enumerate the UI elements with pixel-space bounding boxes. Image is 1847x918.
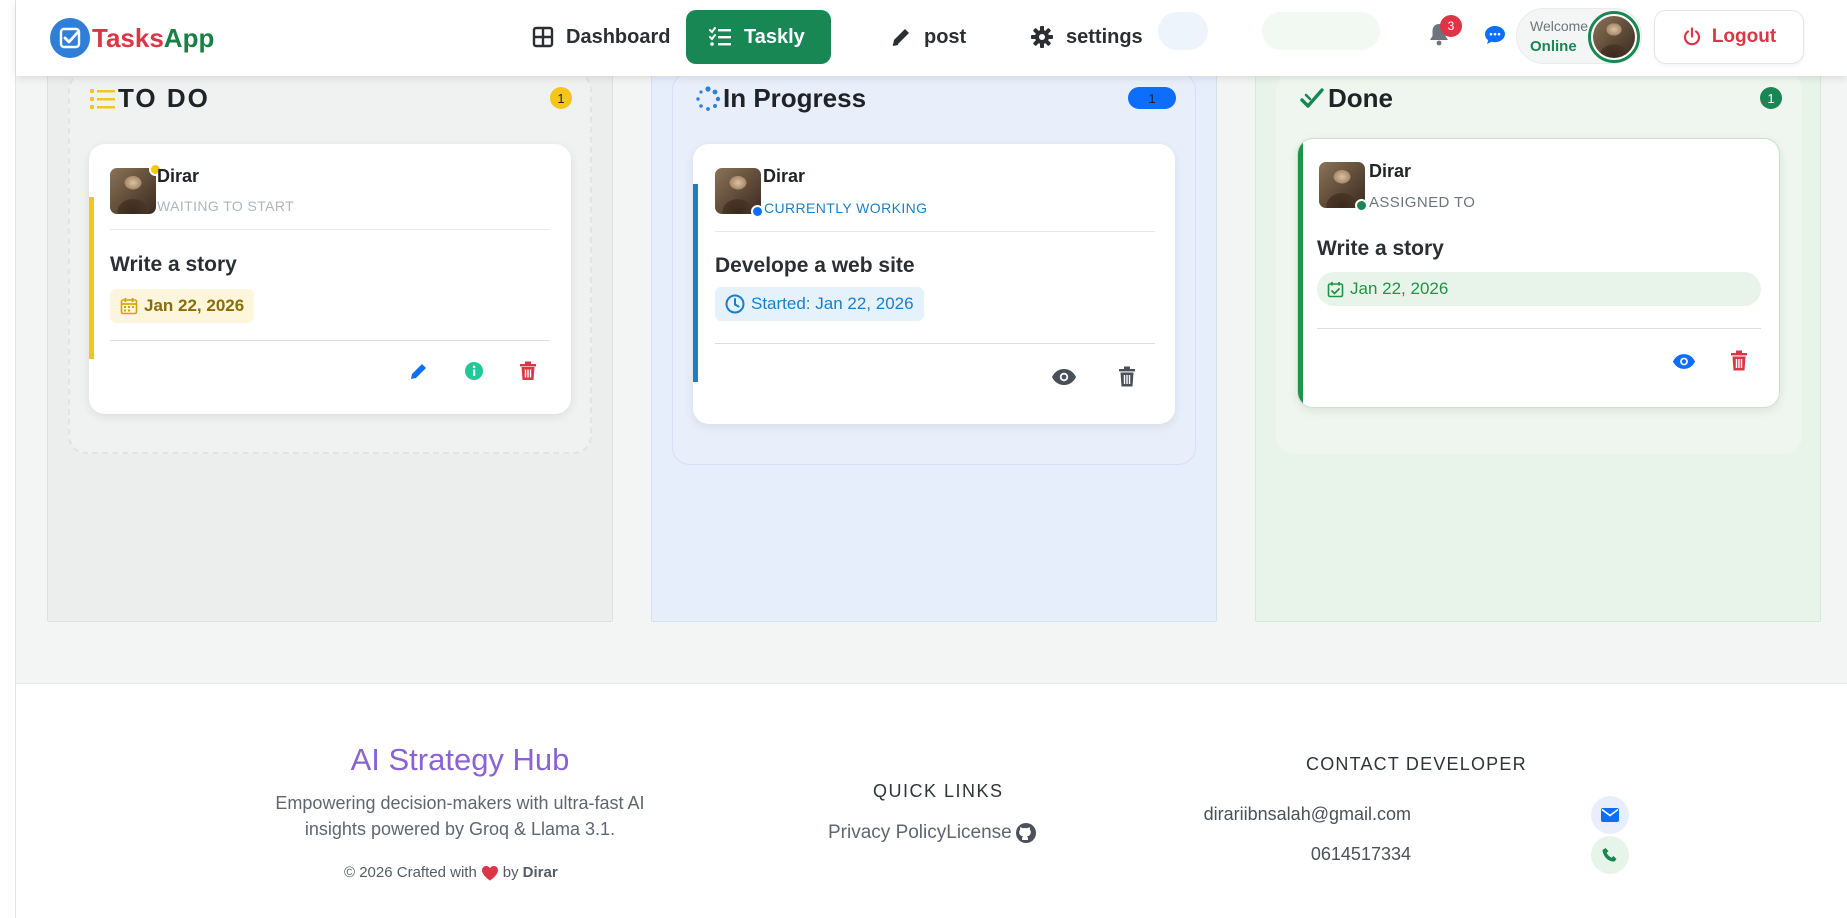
due-date-chip: Jan 22, 2026 (110, 289, 255, 323)
nav-dashboard[interactable]: Dashboard (510, 10, 692, 64)
faded-nav-pill (1158, 12, 1208, 50)
nav-taskly-label: Taskly (744, 25, 805, 48)
completed-date: Jan 22, 2026 (1350, 279, 1449, 298)
task-card[interactable]: Dirar ASSIGNED TO Write a story Jan 22, … (1297, 138, 1780, 408)
card-status-label: WAITING TO START (157, 198, 295, 214)
calendar-check-icon (1327, 281, 1344, 298)
divider (715, 343, 1155, 344)
nav-dashboard-label: Dashboard (566, 25, 671, 48)
task-card[interactable]: Dirar WAITING TO START Write a story Jan… (89, 144, 571, 414)
count-badge: 1 (550, 87, 572, 109)
info-icon[interactable] (461, 358, 487, 384)
gear-icon (1030, 25, 1054, 49)
count-badge: 1 (1128, 87, 1176, 109)
faded-nav-pill (1262, 12, 1380, 50)
brand-logo-link[interactable]: TasksApp (50, 18, 214, 58)
license-link[interactable]: License (946, 822, 1012, 844)
card-user-name: Dirar (1369, 161, 1412, 181)
trash-icon[interactable] (515, 358, 541, 384)
copyright-by: by (502, 864, 519, 881)
welcome-text: Welcome (1530, 18, 1589, 34)
edit-icon[interactable] (406, 358, 432, 384)
privacy-policy-link[interactable]: Privacy Policy (828, 822, 946, 844)
divider (1317, 328, 1761, 329)
footer-title: AI Strategy Hub (350, 742, 570, 777)
card-user-name: Dirar (763, 166, 806, 186)
list-icon (90, 88, 116, 110)
card-accent-bar (89, 197, 94, 359)
double-check-icon (1300, 87, 1326, 111)
copyright-author: Dirar (522, 864, 558, 881)
divider (715, 231, 1155, 232)
task-title: Develope a web site (715, 254, 915, 277)
task-title: Write a story (1317, 237, 1444, 260)
power-icon (1682, 27, 1702, 47)
trash-icon[interactable] (1726, 348, 1752, 374)
check-square-icon (50, 18, 90, 58)
footer-description: Empowering decision-makers with ultra-fa… (275, 793, 645, 839)
nav-taskly[interactable]: Taskly (686, 10, 831, 64)
envelope-icon[interactable] (1591, 796, 1629, 834)
pencil-icon (890, 26, 912, 48)
calendar-icon (120, 297, 138, 315)
card-status-label: CURRENTLY WORKING (764, 200, 928, 216)
heart-icon (481, 865, 499, 881)
contact-heading: CONTACT DEVELOPER (1306, 754, 1527, 774)
logout-button[interactable]: Logout (1654, 10, 1804, 64)
status-dot (1355, 199, 1368, 212)
started-date-chip: Started: Jan 22, 2026 (715, 287, 924, 321)
divider (110, 340, 550, 341)
nav-post-label: post (924, 25, 967, 48)
started-date: Started: Jan 22, 2026 (751, 294, 914, 313)
page-left-edge (0, 0, 16, 918)
contact-email[interactable]: dirariibnsalah@gmail.com (1204, 804, 1411, 825)
card-status-label: ASSIGNED TO (1369, 194, 1476, 211)
quick-links-heading: QUICK LINKS (873, 781, 1004, 801)
count-badge: 1 (1760, 87, 1782, 109)
nav-settings[interactable]: settings (1008, 10, 1165, 64)
list-check-icon (708, 26, 732, 48)
todo-column-header: TO DO (90, 83, 210, 114)
status-dot (751, 205, 764, 218)
card-user-name: Dirar (157, 166, 200, 186)
quick-links: Privacy Policy License (828, 822, 1037, 844)
copyright-text: © 2026 Crafted with (344, 864, 477, 881)
column-title: Done (1328, 83, 1393, 113)
done-column-header: Done (1300, 83, 1393, 114)
footer-copyright: © 2026 Crafted with by Dirar (344, 864, 558, 881)
brand-name: TasksApp (92, 22, 215, 53)
phone-icon[interactable] (1591, 836, 1629, 874)
avatar (110, 168, 156, 214)
notification-badge: 3 (1440, 15, 1462, 37)
task-title: Write a story (110, 253, 237, 276)
nav-post[interactable]: post (868, 10, 988, 64)
chat-icon[interactable] (1484, 25, 1506, 45)
nav-settings-label: settings (1066, 25, 1143, 48)
trash-icon[interactable] (1114, 364, 1140, 390)
column-title: In Progress (723, 83, 867, 113)
card-accent-bar (1298, 139, 1303, 407)
divider (110, 229, 550, 230)
in-progress-column-header: In Progress (695, 83, 866, 114)
online-status: Online (1530, 38, 1577, 55)
task-card[interactable]: Dirar CURRENTLY WORKING Develope a web s… (693, 144, 1175, 424)
due-date: Jan 22, 2026 (144, 296, 245, 315)
avatar[interactable] (1588, 11, 1640, 63)
grid-icon (532, 26, 554, 48)
spinner-icon (695, 85, 721, 112)
column-title: TO DO (118, 83, 210, 113)
eye-icon[interactable] (1051, 364, 1077, 390)
eye-icon[interactable] (1671, 348, 1697, 374)
card-accent-bar (693, 184, 698, 382)
github-icon[interactable] (1015, 822, 1037, 844)
clock-icon (725, 294, 745, 314)
completed-date-chip: Jan 22, 2026 (1317, 272, 1761, 306)
contact-phone[interactable]: 0614517334 (1311, 844, 1411, 865)
logout-label: Logout (1711, 26, 1777, 47)
